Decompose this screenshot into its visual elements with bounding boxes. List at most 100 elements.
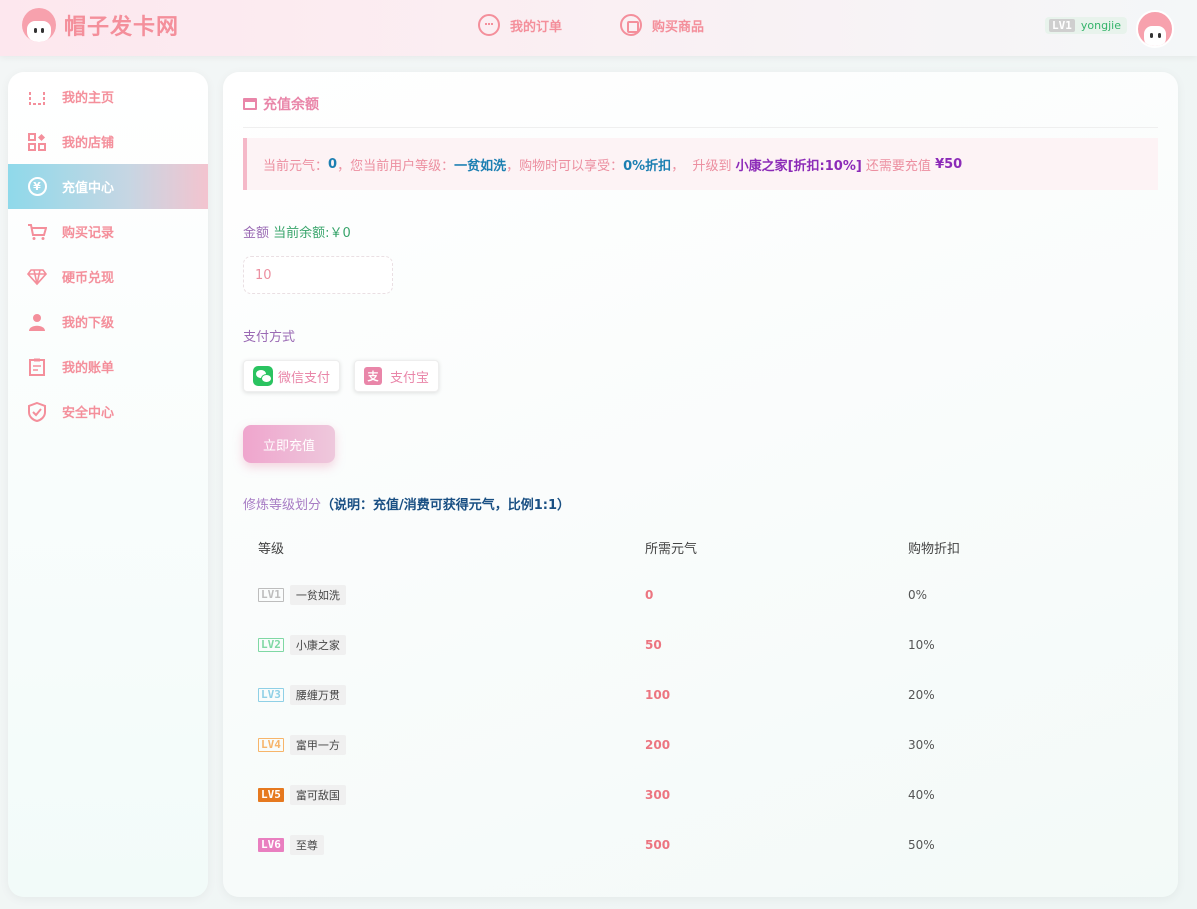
table-row: LV1 一贫如洗 0 0%: [243, 570, 1158, 620]
column-header-energy: 所需元气: [645, 541, 698, 557]
site-logo[interactable]: 帽子发卡网: [22, 8, 179, 42]
top-header: 帽子发卡网 我的订单 购买商品 LV1 yongjie: [0, 0, 1197, 56]
clipboard-icon: [26, 357, 48, 377]
sidebar-item-security[interactable]: 安全中心: [8, 389, 208, 434]
next-level: 小康之家[折扣:10%]: [735, 158, 862, 174]
sidebar-item-label: 购买记录: [62, 226, 115, 241]
level-name: 富甲一方: [289, 735, 346, 755]
level-cell: LV1 一贫如洗: [243, 585, 645, 605]
level-cell: LV6 至尊: [243, 835, 645, 855]
level-notice: 当前元气： 0 ，您当前用户等级： 一贫如洗 ，购物时可以享受： 0%折扣， 升级到 小康…: [243, 138, 1158, 190]
nav-my-orders[interactable]: 我的订单: [478, 14, 562, 36]
shopping-bag-icon: [620, 14, 642, 36]
page-title-text: 充值余额: [263, 97, 319, 113]
table-row: LV6 至尊 500 50%: [243, 820, 1158, 870]
level-name: 腰缠万贯: [289, 685, 346, 705]
notice-text: ，您当前用户等级：: [337, 158, 455, 174]
amount-input[interactable]: [243, 256, 393, 294]
sidebar-item-label: 我的主页: [62, 91, 115, 106]
level-badge: LV2: [258, 638, 284, 652]
energy-cell: 0: [645, 588, 654, 602]
nav-label: 我的订单: [510, 19, 563, 35]
wechat-icon: [253, 366, 273, 386]
level-section-title: 修炼等级划分（说明：充值/消费可获得元气，比例1:1）: [243, 494, 570, 513]
column-header-discount: 购物折扣: [908, 541, 961, 557]
cart-icon: [26, 222, 48, 242]
home-icon: [26, 87, 48, 107]
discount-cell: 30%: [908, 738, 935, 752]
amount-label: 金额: [243, 226, 270, 241]
current-energy: 0: [328, 156, 338, 172]
table-row: LV2 小康之家 50 10%: [243, 620, 1158, 670]
current-discount: 0%折扣: [623, 158, 672, 174]
sidebar: 我的主页 我的店铺 ¥ 充值中心 购买记录 硬币兑现 我的下级 我的账单 安全中…: [8, 72, 208, 897]
discount-cell: 20%: [908, 688, 935, 702]
energy-cell: 200: [645, 738, 671, 752]
energy-cell: 500: [645, 838, 671, 852]
table-row: LV5 富可敌国 300 40%: [243, 770, 1158, 820]
level-badge: LV3: [258, 688, 284, 702]
energy-cell: 300: [645, 788, 671, 802]
sidebar-item-recharge[interactable]: ¥ 充值中心: [8, 164, 208, 209]
level-badge: LV1: [258, 588, 284, 602]
user-level-badge: LV1: [1049, 19, 1075, 32]
sidebar-item-subordinates[interactable]: 我的下级: [8, 299, 208, 344]
recharge-now-button[interactable]: 立即充值: [243, 425, 335, 463]
sidebar-item-label: 我的下级: [62, 316, 115, 331]
level-name: 至尊: [289, 835, 324, 855]
sidebar-item-purchase-records[interactable]: 购买记录: [8, 209, 208, 254]
column-header-level: 等级: [258, 541, 285, 557]
level-name: 富可敌国: [289, 785, 346, 805]
sidebar-item-label: 我的账单: [62, 361, 115, 376]
table-row: LV4 富甲一方 200 30%: [243, 720, 1158, 770]
logo-girl-icon: [22, 8, 56, 42]
level-table: 等级 所需元气 购物折扣 LV1 一贫如洗 0 0% LV2 小康之家 50 10% LV3 腰缠…: [243, 524, 1158, 870]
discount-cell: 50%: [908, 838, 935, 852]
divider: [243, 127, 1158, 128]
table-row: LV3 腰缠万贯 100 20%: [243, 670, 1158, 720]
level-cell: LV3 腰缠万贯: [243, 685, 645, 705]
table-header: 等级 所需元气 购物折扣: [243, 524, 1158, 570]
discount-cell: 40%: [908, 788, 935, 802]
recharge-card: 充值余额 当前元气： 0 ，您当前用户等级： 一贫如洗 ，购物时可以享受： 0%折扣， 升…: [223, 72, 1178, 897]
alipay-icon: 支: [364, 367, 382, 385]
yen-circle-icon: ¥: [26, 177, 48, 197]
sidebar-item-label: 我的店铺: [62, 136, 115, 151]
sidebar-item-label: 充值中心: [62, 181, 115, 196]
sidebar-item-bills[interactable]: 我的账单: [8, 344, 208, 389]
diamond-icon: [26, 267, 48, 287]
avatar[interactable]: [1136, 10, 1174, 48]
nav-label: 购买商品: [652, 19, 705, 35]
level-badge: LV5: [258, 788, 284, 802]
current-balance: 当前余额:￥0: [273, 226, 351, 241]
user-icon: [26, 312, 48, 332]
shop-grid-icon: [26, 132, 48, 152]
level-name: 小康之家: [289, 635, 346, 655]
needed-amount: ¥50: [935, 156, 963, 172]
notice-text: 当前元气：: [263, 158, 329, 174]
amount-label-row: 金额 当前余额:￥0: [243, 222, 351, 241]
sidebar-item-home[interactable]: 我的主页: [8, 74, 208, 119]
sidebar-item-label: 硬币兑现: [62, 271, 115, 286]
level-note: （说明：充值/消费可获得元气，比例1:1）: [321, 498, 571, 513]
pay-method-label: 支付宝: [390, 370, 430, 386]
energy-cell: 100: [645, 688, 671, 702]
level-badge: LV4: [258, 738, 284, 752]
alipay-button[interactable]: 支 支付宝: [354, 360, 440, 392]
wechat-pay-button[interactable]: 微信支付: [243, 360, 341, 392]
sidebar-item-label: 安全中心: [62, 406, 115, 421]
username: yongjie: [1080, 19, 1121, 32]
pay-method-label: 支付方式: [243, 330, 296, 345]
level-name: 一贫如洗: [289, 585, 346, 605]
user-info[interactable]: LV1 yongjie: [1045, 17, 1127, 34]
current-level: 一贫如洗: [454, 158, 507, 174]
sidebar-item-shop[interactable]: 我的店铺: [8, 119, 208, 164]
discount-cell: 10%: [908, 638, 935, 652]
level-title: 修炼等级划分: [243, 498, 322, 513]
sidebar-item-coin-exchange[interactable]: 硬币兑现: [8, 254, 208, 299]
level-badge: LV6: [258, 838, 284, 852]
nav-buy-products[interactable]: 购买商品: [620, 14, 704, 36]
wallet-icon: [243, 98, 257, 110]
notice-text: 还需要充值: [861, 158, 936, 174]
level-cell: LV4 富甲一方: [243, 735, 645, 755]
